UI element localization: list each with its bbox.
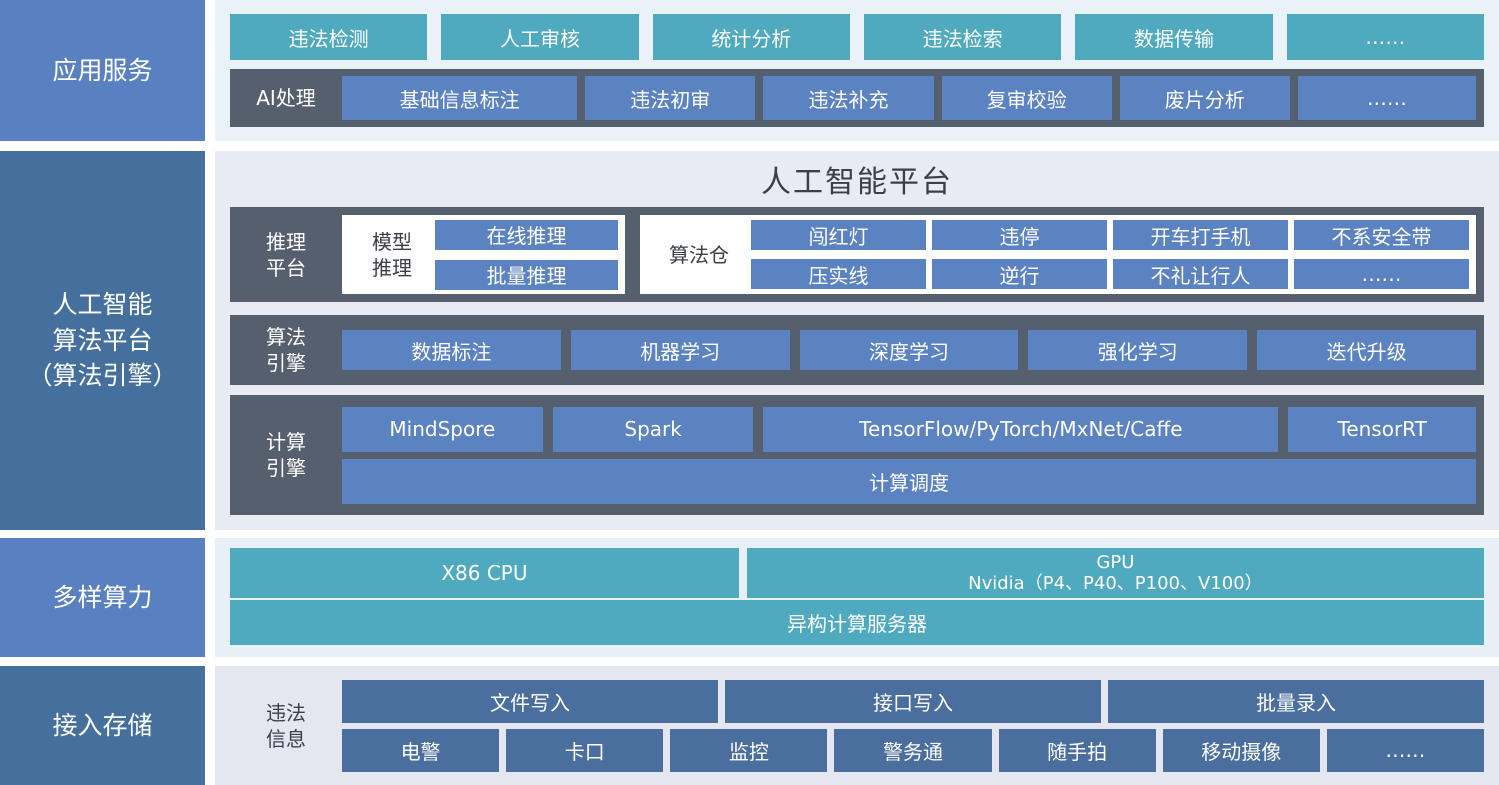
node-illegal-search: 违法检索 [864,14,1061,60]
app-services-row: 违法检测 人工审核 统计分析 违法检索 数据传输 …… [230,14,1484,60]
node-illegal-detection: 违法检测 [230,14,427,60]
node-data-annotation: 数据标注 [342,330,561,370]
node-online-inference: 在线推理 [435,220,618,250]
illegal-info-label: 违法 信息 [230,700,342,752]
inference-platform-bar: 推理 平台 模型 推理 在线推理 批量推理 算法仓 闯红灯 违停 [230,207,1484,302]
node-solid-line-violation: 压实线 [751,259,926,289]
compute-engine-nodes: MindSpore Spark TensorFlow/PyTorch/MxNet… [342,407,1476,504]
node-batch-entry: 批量录入 [1108,680,1484,723]
compute-engine-bar: 计算 引擎 MindSpore Spark TensorFlow/PyTorch… [230,395,1484,515]
sidebar-section-ai-algorithm-platform: 人工智能 算法平台 （算法引擎） [0,151,205,530]
panel-diverse-computing: X86 CPU GPU Nvidia（P4、P40、P100、V100） 异构计… [215,538,1499,657]
sidebar-label-line: （算法引擎） [27,358,177,394]
sidebar-label: 接入存储 [52,708,152,744]
node-handheld-snapshot: 随手拍 [999,729,1156,772]
panel-app-services: 违法检测 人工审核 统计分析 违法检索 数据传输 …… AI处理 基础信息标注 … [215,0,1499,141]
node-reinforcement-learning: 强化学习 [1028,330,1247,370]
compute-engine-row: MindSpore Spark TensorFlow/PyTorch/MxNet… [342,407,1476,452]
node-batch-inference: 批量推理 [435,260,618,290]
algorithm-engine-nodes: 数据标注 机器学习 深度学习 强化学习 迭代升级 [342,330,1476,370]
node-heterogeneous-compute-server: 异构计算服务器 [230,600,1484,645]
model-inference-label: 模型 推理 [349,229,435,281]
node-mindspore: MindSpore [342,407,543,452]
node-file-write: 文件写入 [342,680,718,723]
node-iterative-upgrade: 迭代升级 [1257,330,1476,370]
panel-ai-platform: 人工智能平台 推理 平台 模型 推理 在线推理 批量推理 算法仓 [215,151,1499,530]
compute-engine-label: 计算 引擎 [230,429,342,481]
node-data-transfer: 数据传输 [1075,14,1272,60]
node-red-light-running: 闯红灯 [751,220,926,250]
model-inference-box: 模型 推理 在线推理 批量推理 [342,215,625,294]
gpu-line1: GPU [1096,552,1134,573]
node-manual-review: 人工审核 [441,14,638,60]
computing-hardware-row: X86 CPU GPU Nvidia（P4、P40、P100、V100） [230,548,1484,598]
storage-source-row: 电警 卡口 监控 警务通 随手拍 移动摄像 …… [342,729,1484,772]
node-spark: Spark [553,407,754,452]
node-electronic-police: 电警 [342,729,499,772]
node-phone-while-driving: 开车打手机 [1113,220,1288,250]
node-checkpoint: 卡口 [506,729,663,772]
inference-platform-label: 推理 平台 [230,229,342,281]
node-ellipsis: …… [1327,729,1484,772]
panel-access-storage: 违法 信息 文件写入 接口写入 批量录入 电警 卡口 监控 警务通 随手拍 移动… [215,666,1499,785]
algorithm-store-row: 压实线 逆行 不礼让行人 …… [751,259,1469,289]
node-illegal-parking: 违停 [932,220,1107,250]
node-no-seatbelt: 不系安全带 [1294,220,1469,250]
algorithm-store-grid: 闯红灯 违停 开车打手机 不系安全带 压实线 逆行 不礼让行人 …… [751,220,1469,289]
algorithm-store-label: 算法仓 [647,242,751,268]
storage-nodes: 文件写入 接口写入 批量录入 电警 卡口 监控 警务通 随手拍 移动摄像 …… [342,680,1484,772]
node-waste-image-analysis: 废片分析 [1120,76,1290,120]
node-basic-info-annotation: 基础信息标注 [342,76,577,120]
node-illegal-supplement: 违法补充 [763,76,933,120]
sidebar-section-diverse-computing: 多样算力 [0,538,205,657]
sidebar-section-access-storage: 接入存储 [0,666,205,785]
sidebar-label-line: 算法平台 [52,323,152,359]
node-illegal-initial-review: 违法初审 [585,76,755,120]
node-tensorrt: TensorRT [1288,407,1476,452]
node-statistical-analysis: 统计分析 [653,14,850,60]
algorithm-engine-bar: 算法 引擎 数据标注 机器学习 深度学习 强化学习 迭代升级 [230,315,1484,385]
node-tensorflow-pytorch-mxnet-caffe: TensorFlow/PyTorch/MxNet/Caffe [763,407,1278,452]
node-ellipsis: …… [1298,76,1476,120]
node-compute-scheduling: 计算调度 [342,459,1476,504]
node-ellipsis: …… [1294,259,1469,289]
node-police-terminal: 警务通 [834,729,991,772]
storage-write-row: 文件写入 接口写入 批量录入 [342,680,1484,723]
sidebar-label-line: 人工智能 [52,287,152,323]
node-ellipsis: …… [1287,14,1484,60]
sidebar-label: 应用服务 [52,53,152,89]
algorithm-store-row: 闯红灯 违停 开车打手机 不系安全带 [751,220,1469,250]
architecture-diagram: 应用服务 人工智能 算法平台 （算法引擎） 多样算力 接入存储 违法检测 人工审… [0,0,1499,785]
algorithm-store-box: 算法仓 闯红灯 违停 开车打手机 不系安全带 压实线 逆行 不礼让行人 …… [640,215,1476,294]
sidebar-label: 多样算力 [52,580,152,616]
ai-processing-label: AI处理 [230,85,342,111]
model-inference-nodes: 在线推理 批量推理 [435,220,618,290]
gpu-line2: Nvidia（P4、P40、P100、V100） [968,573,1263,594]
node-x86-cpu: X86 CPU [230,548,739,598]
ai-platform-title: 人工智能平台 [230,151,1484,207]
node-machine-learning: 机器学习 [571,330,790,370]
node-not-yielding-pedestrians: 不礼让行人 [1113,259,1288,289]
node-nvidia-gpu: GPU Nvidia（P4、P40、P100、V100） [747,548,1484,598]
ai-processing-bar: AI处理 基础信息标注 违法初审 违法补充 复审校验 废片分析 …… [230,69,1484,127]
node-mobile-camera: 移动摄像 [1163,729,1320,772]
algorithm-engine-label: 算法 引擎 [230,324,342,376]
sidebar-section-app-services: 应用服务 [0,0,205,141]
node-recheck-verification: 复审校验 [942,76,1112,120]
node-wrong-way-driving: 逆行 [932,259,1107,289]
node-interface-write: 接口写入 [725,680,1101,723]
ai-processing-nodes: 基础信息标注 违法初审 违法补充 复审校验 废片分析 …… [342,76,1476,120]
node-deep-learning: 深度学习 [800,330,1019,370]
node-surveillance: 监控 [670,729,827,772]
